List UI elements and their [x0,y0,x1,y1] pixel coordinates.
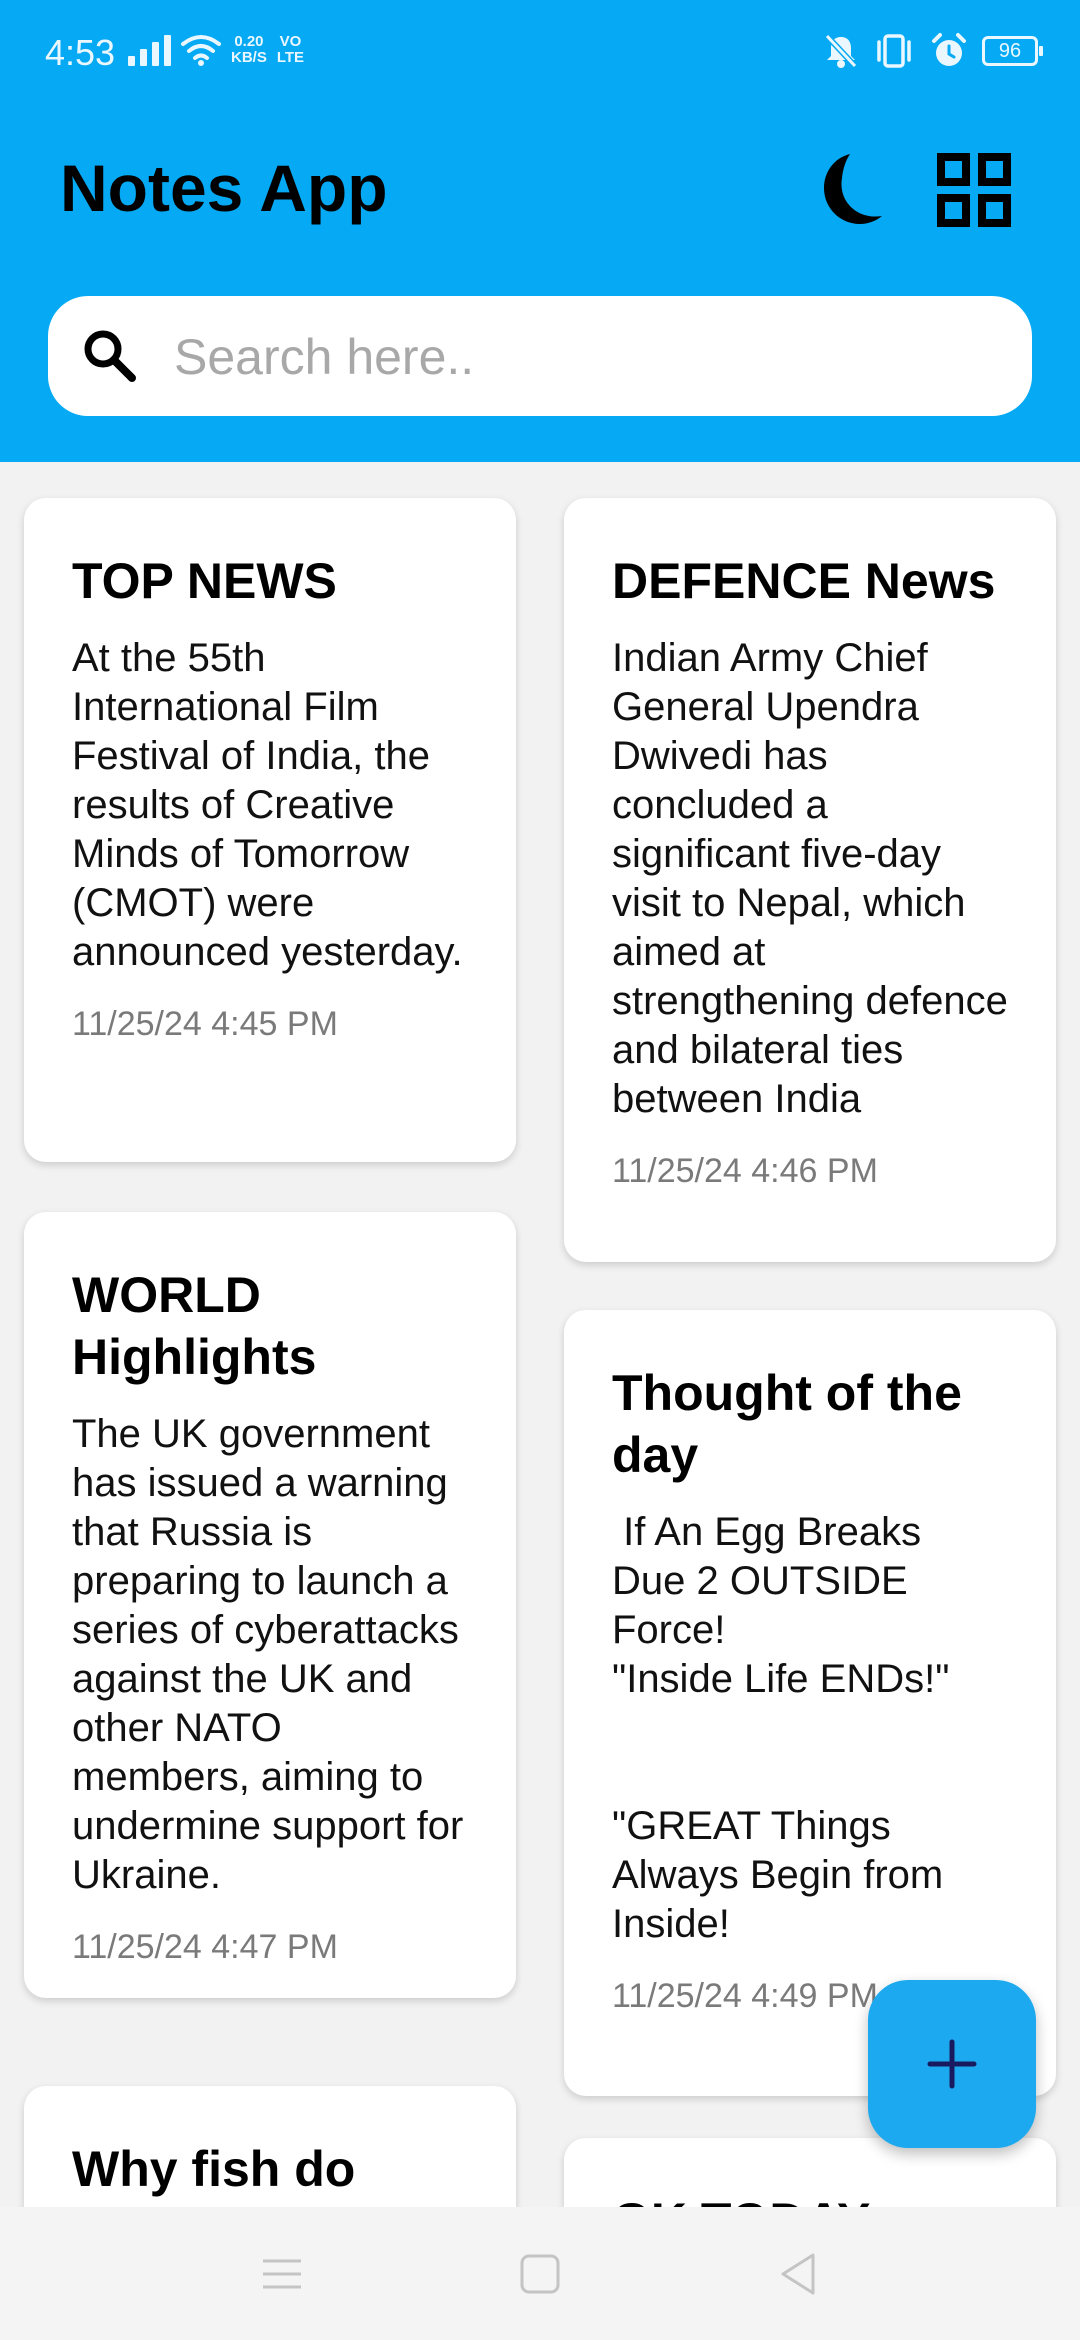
battery-icon: 96 [982,36,1043,66]
notes-app-screen: 4:53 0.20 KB/S VO LTE 96 Notes App Searc… [0,0,1080,2340]
system-navigation-bar [0,2207,1080,2340]
app-header-area: 4:53 0.20 KB/S VO LTE 96 Notes App Searc… [0,0,1080,462]
note-timestamp: 11/25/24 4:45 PM [72,1005,338,1043]
battery-level: 96 [998,39,1022,62]
status-right-icons: 96 [824,32,1043,70]
plus-icon [927,2039,977,2089]
moon-icon [824,154,882,224]
note-body: Indian Army Chief General Upendra Dwived… [612,636,1019,1121]
add-note-button[interactable] [868,1980,1036,2148]
note-card[interactable]: GK TODAY [564,2138,1056,2207]
network-speed: 0.20 KB/S [231,33,267,66]
note-body: At the 55th International Film Festival … [72,636,463,974]
note-timestamp: 11/25/24 4:47 PM [72,1928,338,1966]
back-nav-icon[interactable] [771,2247,825,2301]
note-card[interactable]: TOP NEWS At the 55th International Film … [24,498,516,1162]
note-title: WORLD Highlights [72,1267,317,1385]
status-left-icons: 0.20 KB/S VO LTE [128,34,304,66]
status-bar: 4:53 0.20 KB/S VO LTE 96 [0,0,1080,108]
note-body: The UK government has issued a warning t… [72,1412,475,1897]
menu-nav-icon[interactable] [255,2247,309,2301]
note-title: Thought of the day [612,1365,962,1483]
notifications-muted-icon [824,33,858,69]
search-bar[interactable] [48,296,1032,416]
notes-grid: TOP NEWS At the 55th International Film … [0,462,1080,2207]
note-title: GK TODAY [612,2190,1008,2207]
note-card[interactable]: Why fish do [24,2086,516,2207]
cellular-signal-icon [128,34,171,66]
note-title: Why fish do [72,2141,356,2197]
note-title: DEFENCE News [612,553,996,609]
app-title: Notes App [60,151,388,225]
note-card[interactable]: Thought of the day If An Egg Breaks Due … [564,1310,1056,2096]
volte-indicator: VO LTE [276,33,305,66]
search-input[interactable] [172,316,996,398]
theme-toggle-button[interactable] [812,148,894,230]
note-card[interactable]: WORLD Highlights The UK government has i… [24,1212,516,1998]
status-time: 4:53 [45,32,116,73]
note-title: TOP NEWS [72,553,337,609]
vibrate-icon [877,34,911,68]
alarm-icon [932,33,966,66]
grid-view-icon [937,153,1011,227]
note-card[interactable]: DEFENCE News Indian Army Chief General U… [564,498,1056,1262]
home-nav-icon[interactable] [513,2247,567,2301]
note-body: If An Egg Breaks Due 2 OUTSIDE Force! "I… [612,1510,950,1946]
search-icon [84,330,136,382]
wifi-icon [181,35,221,66]
grid-view-toggle-button[interactable] [936,152,1012,228]
note-timestamp: 11/25/24 4:46 PM [612,1152,878,1190]
